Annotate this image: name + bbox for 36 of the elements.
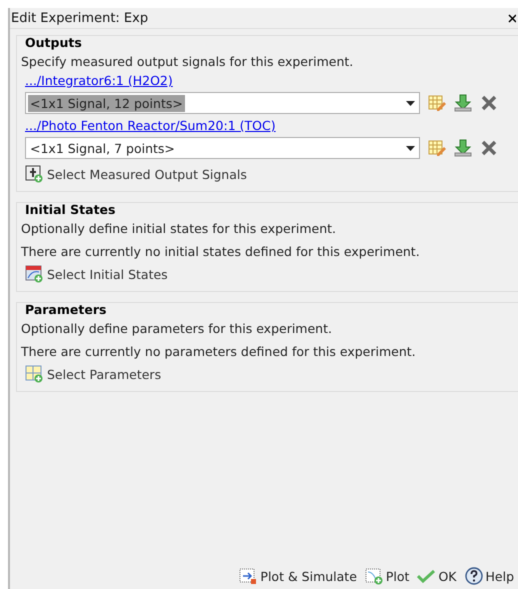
ok-button[interactable]: OK [415, 565, 458, 587]
plot-simulate-button[interactable]: Plot & Simulate [237, 565, 359, 587]
status-text: There are currently no initial states defined for this experiment. [21, 244, 421, 259]
signal-dropdown[interactable]: <1x1 Signal, 7 points> [25, 137, 420, 159]
section-title: Parameters [25, 302, 108, 317]
select-button[interactable]: Select Measured Output Signals [21, 163, 518, 185]
signal-link[interactable]: .../Photo Fenton Reactor/Sum20:1 (TOC) [21, 118, 518, 133]
help-button[interactable]: Help [462, 565, 516, 587]
dropdown-arrow-icon[interactable] [406, 100, 415, 106]
delete-icon[interactable] [480, 94, 498, 112]
download-arrow-icon[interactable] [454, 94, 472, 112]
grid-add-icon [25, 365, 43, 383]
dropdown-value: <1x1 Signal, 7 points> [29, 140, 176, 156]
plot-add-icon [364, 567, 383, 585]
signal-dropdown[interactable]: <1x1 Signal, 12 points> [25, 92, 420, 114]
description-text: Optionally define initial states for this experiment. [21, 221, 337, 236]
description-text: Optionally define parameters for this experiment. [21, 321, 333, 336]
help-icon [464, 567, 482, 585]
checkmark-icon [417, 567, 436, 585]
delete-icon[interactable] [480, 139, 498, 157]
window-title: Edit Experiment: Exp [10, 10, 148, 26]
selected-value: <1x1 Signal, 12 points> [28, 94, 185, 112]
description-text: Specify measured output signals for this experiment. [21, 54, 354, 69]
section-title: Initial States [25, 202, 116, 217]
signal-add-icon [25, 165, 43, 183]
close-icon[interactable] [508, 13, 516, 23]
select-button[interactable]: Select Initial States [21, 263, 518, 285]
status-text: There are currently no parameters defined for this experiment. [21, 344, 417, 359]
plot-button[interactable]: Plot [362, 565, 412, 587]
signal-link[interactable]: .../Integrator6:1 (H2O2) [21, 73, 518, 88]
states-add-icon [25, 265, 43, 283]
download-arrow-icon[interactable] [454, 139, 472, 157]
select-button[interactable]: Select Parameters [21, 363, 518, 385]
plot-simulate-icon [239, 567, 258, 585]
dropdown-arrow-icon[interactable] [406, 146, 415, 150]
section-title: Outputs [25, 35, 83, 50]
